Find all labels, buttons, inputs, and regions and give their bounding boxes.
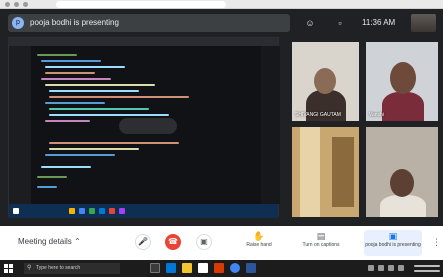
code-line bbox=[41, 166, 91, 168]
task-view-icon[interactable] bbox=[150, 263, 160, 273]
windows-taskbar: ⚲ Type here to search bbox=[0, 260, 443, 277]
screen-share-controls[interactable] bbox=[119, 118, 177, 134]
camera-icon[interactable]: ▣ bbox=[196, 234, 212, 250]
address-bar[interactable] bbox=[56, 1, 226, 8]
code-line bbox=[45, 120, 90, 122]
more-options-icon[interactable]: ⋮ bbox=[432, 237, 441, 247]
chevron-up-icon[interactable] bbox=[368, 265, 374, 271]
code-line bbox=[45, 154, 115, 156]
meeting-details-label: Meeting details bbox=[18, 237, 72, 246]
participant-face bbox=[390, 62, 416, 94]
captions-icon: ▤ bbox=[316, 231, 326, 241]
volume-icon[interactable] bbox=[388, 265, 394, 271]
meeting-control-bar: Meeting details ⌃ 🎤 ☎ ▣ ✋ Raise hand ▤ T… bbox=[0, 226, 443, 260]
participant-face bbox=[314, 68, 336, 94]
browser-toolbar bbox=[0, 0, 443, 9]
code-line bbox=[49, 114, 169, 116]
back-icon[interactable] bbox=[5, 2, 10, 7]
app-icon bbox=[89, 208, 95, 214]
presenting-button-label: pooja bodhi is presenting bbox=[365, 242, 421, 248]
participant-tile[interactable] bbox=[292, 127, 359, 217]
window-light bbox=[300, 127, 320, 217]
presenter-avatar: p bbox=[12, 17, 24, 29]
code-line bbox=[41, 60, 101, 62]
chrome-icon bbox=[79, 208, 85, 214]
edge-icon[interactable] bbox=[166, 263, 176, 273]
editor-file-tree bbox=[9, 46, 31, 204]
presenting-banner: p pooja bodhi is presenting bbox=[8, 14, 290, 32]
code-line bbox=[37, 186, 57, 188]
network-icon[interactable] bbox=[378, 265, 384, 271]
taskbar-search-input[interactable]: ⚲ Type here to search bbox=[24, 263, 120, 274]
doorway bbox=[332, 137, 354, 207]
participant-body bbox=[382, 92, 424, 121]
code-line bbox=[41, 78, 111, 80]
participant-name: SHIVANGI GAUTAM bbox=[295, 112, 341, 118]
word-icon[interactable] bbox=[246, 263, 256, 273]
hand-icon: ✋ bbox=[253, 231, 265, 241]
participant-tile[interactable]: Vanshi bbox=[366, 42, 438, 121]
code-line bbox=[45, 84, 155, 86]
shared-taskbar bbox=[9, 204, 278, 218]
app-icon bbox=[109, 208, 115, 214]
editor-minimap[interactable] bbox=[261, 46, 280, 204]
code-line bbox=[49, 148, 139, 150]
participant-body bbox=[380, 195, 426, 217]
search-icon: ⚲ bbox=[27, 265, 32, 271]
self-view-thumbnail[interactable] bbox=[411, 14, 436, 32]
code-line bbox=[45, 66, 125, 68]
office-icon[interactable] bbox=[214, 263, 224, 273]
shared-screen bbox=[8, 37, 280, 218]
code-line bbox=[49, 108, 149, 110]
code-line bbox=[49, 90, 139, 92]
file-explorer-icon[interactable] bbox=[182, 263, 192, 273]
people-icon[interactable]: ☺ bbox=[304, 17, 316, 29]
app-icon bbox=[119, 208, 125, 214]
folder-icon bbox=[69, 208, 75, 214]
code-line bbox=[37, 54, 77, 56]
windows-start-icon[interactable] bbox=[4, 264, 13, 273]
participant-tile[interactable] bbox=[366, 127, 438, 217]
reload-icon[interactable] bbox=[23, 2, 28, 7]
system-tray bbox=[364, 260, 443, 277]
code-line bbox=[37, 176, 67, 178]
meeting-clock: 11:36 AM bbox=[362, 18, 396, 27]
meeting-details-button[interactable]: Meeting details ⌃ bbox=[18, 237, 81, 247]
store-icon[interactable] bbox=[198, 263, 208, 273]
forward-icon[interactable] bbox=[14, 2, 19, 7]
chrome-icon[interactable] bbox=[230, 263, 240, 273]
participant-tile[interactable]: SHIVANGI GAUTAM bbox=[292, 42, 359, 121]
code-line bbox=[45, 102, 105, 104]
presenting-button[interactable]: ▣ pooja bodhi is presenting bbox=[364, 230, 422, 256]
microphone-icon[interactable]: 🎤 bbox=[135, 234, 151, 250]
chat-icon[interactable]: ▫ bbox=[334, 17, 346, 29]
windows-icon bbox=[13, 208, 19, 214]
meet-stage: p pooja bodhi is presenting ☺ ▫ 11:36 AM bbox=[0, 9, 443, 226]
code-line bbox=[49, 96, 189, 98]
search-placeholder: Type here to search bbox=[36, 265, 81, 271]
presenting-label: pooja bodhi is presenting bbox=[30, 18, 119, 27]
hang-up-icon[interactable]: ☎ bbox=[165, 234, 181, 250]
raise-hand-button[interactable]: ✋ Raise hand bbox=[234, 230, 284, 256]
participant-name: Vanshi bbox=[369, 112, 384, 118]
taskbar-clock[interactable] bbox=[414, 262, 440, 274]
battery-icon[interactable] bbox=[398, 265, 404, 271]
raise-hand-label: Raise hand bbox=[246, 242, 272, 248]
code-line bbox=[49, 142, 179, 144]
participant-face bbox=[390, 169, 414, 197]
editor-menubar bbox=[9, 38, 278, 46]
present-screen-icon: ▣ bbox=[388, 231, 398, 241]
top-right-controls: ☺ ▫ 11:36 AM bbox=[298, 14, 438, 32]
code-line bbox=[45, 72, 95, 74]
app-icon bbox=[99, 208, 105, 214]
captions-label: Turn on captions bbox=[302, 242, 340, 248]
captions-button[interactable]: ▤ Turn on captions bbox=[296, 230, 346, 256]
